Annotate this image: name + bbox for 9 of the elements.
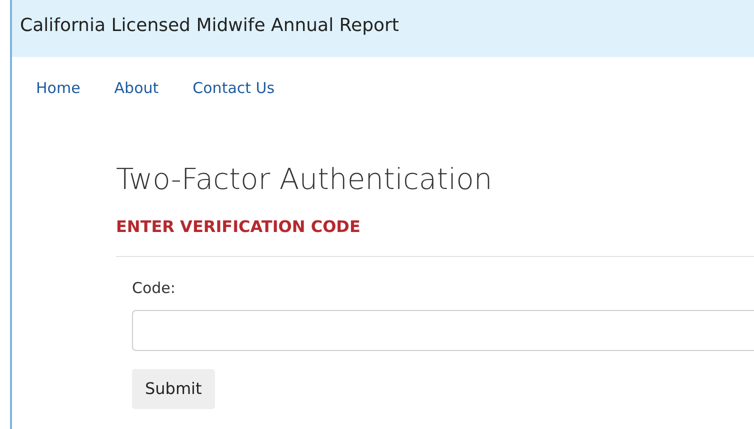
field-label: Code: <box>132 278 176 300</box>
code-field[interactable] <box>132 310 754 351</box>
section-heading: ENTER VERIFICATION CODE <box>116 216 362 238</box>
submit-button[interactable]: Submit <box>132 368 215 409</box>
nav-link[interactable]: Contact Us <box>192 77 275 100</box>
site-title: California Licensed Midwife Annual Report <box>20 14 399 38</box>
page-title: Two-Factor Authentication <box>116 162 494 196</box>
nav-link[interactable]: About <box>114 77 159 100</box>
nav-link[interactable]: Home <box>36 77 80 100</box>
